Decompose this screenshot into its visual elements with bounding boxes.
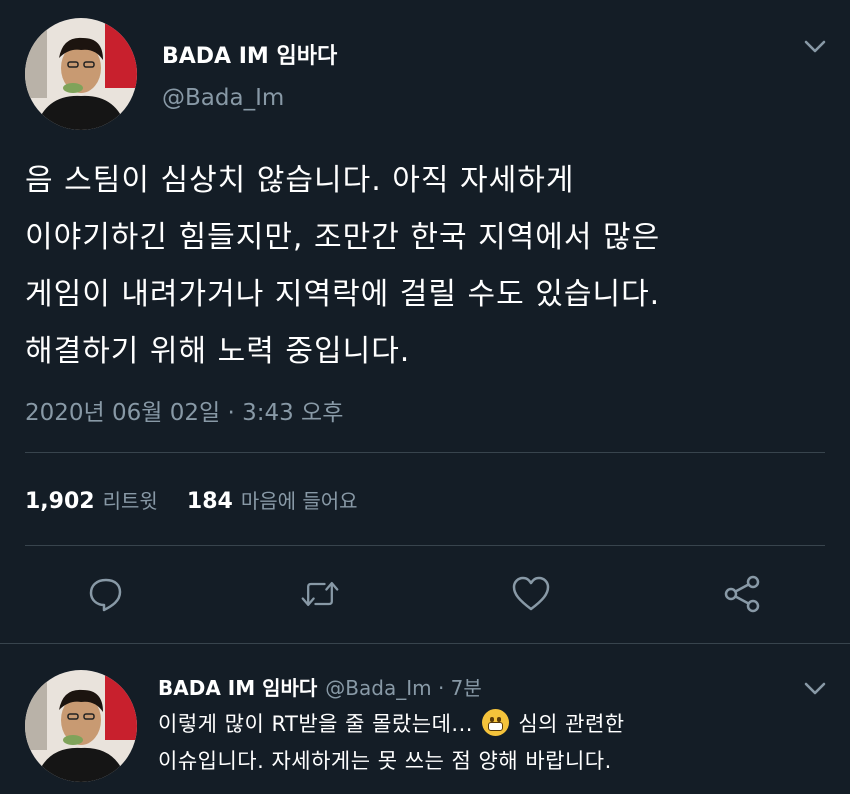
chevron-down-icon[interactable] bbox=[802, 38, 828, 60]
reply-header: BADA IM 임바다 @Bada_Im · 7분 bbox=[158, 672, 482, 701]
reply-text-segment: 심의 관련한 bbox=[518, 712, 625, 736]
author-name[interactable]: BADA IM 임바다 bbox=[162, 38, 337, 70]
reply-button[interactable] bbox=[86, 574, 126, 614]
like-count: 184 bbox=[186, 489, 233, 514]
divider bbox=[25, 545, 825, 546]
share-button[interactable] bbox=[722, 574, 762, 614]
like-stat[interactable]: 184 마음에 들어요 bbox=[187, 489, 382, 514]
tweet-text-line: 음 스팀이 심상치 않습니다. 아직 자세하게 bbox=[25, 163, 575, 198]
heart-icon bbox=[512, 576, 550, 611]
section-separator bbox=[0, 643, 850, 644]
tweet-text: 음 스팀이 심상치 않습니다. 아직 자세하게 이야기하긴 힘들지만, 조만간 … bbox=[25, 152, 660, 380]
retweet-stat[interactable]: 1,902 리트윗 bbox=[25, 489, 187, 514]
reply-author-avatar[interactable] bbox=[25, 670, 137, 782]
tweet-text-line: 게임이 내려가거나 지역락에 걸릴 수도 있습니다. bbox=[25, 277, 661, 312]
retweet-icon bbox=[301, 581, 339, 607]
retweet-count: 1,902 bbox=[25, 489, 95, 514]
like-button[interactable] bbox=[511, 574, 551, 614]
avatar-photo bbox=[25, 18, 137, 130]
avatar-photo bbox=[25, 670, 137, 782]
chevron-down-icon[interactable] bbox=[802, 680, 828, 702]
reply-text-line: 이렇게 많이 RT받을 줄 몰랐는데... 심의 관련한 bbox=[158, 706, 625, 743]
tweet-text-line: 해결하기 위해 노력 중입니다. bbox=[25, 334, 411, 369]
tweet-text-line: 이야기하긴 힘들지만, 조만간 한국 지역에서 많은 bbox=[25, 220, 661, 255]
tweet-stats: 1,902 리트윗 184 마음에 들어요 bbox=[25, 485, 382, 514]
reply-text: 이렇게 많이 RT받을 줄 몰랐는데... 심의 관련한 이슈입니다. 자세하게… bbox=[158, 706, 625, 780]
reply-icon bbox=[89, 578, 122, 612]
reply-text-segment: 이렇게 많이 RT받을 줄 몰랐는데... bbox=[158, 712, 473, 736]
divider bbox=[25, 452, 825, 453]
grimacing-face-emoji bbox=[482, 709, 510, 736]
reply-text-line: 이슈입니다. 자세하게는 못 쓰는 점 양해 바랍니다. bbox=[158, 749, 612, 773]
tweet-timestamp[interactable]: 2020년 06월 02일 · 3:43 오후 bbox=[25, 393, 343, 427]
share-icon bbox=[724, 575, 760, 613]
author-avatar[interactable] bbox=[25, 18, 137, 130]
author-handle[interactable]: @Bada_Im bbox=[162, 85, 284, 111]
retweet-label: 리트윗 bbox=[102, 489, 158, 513]
reply-meta[interactable]: @Bada_Im · 7분 bbox=[325, 676, 482, 700]
reply-author-name[interactable]: BADA IM 임바다 bbox=[158, 676, 317, 700]
retweet-button[interactable] bbox=[300, 574, 340, 614]
like-label: 마음에 들어요 bbox=[240, 489, 358, 513]
